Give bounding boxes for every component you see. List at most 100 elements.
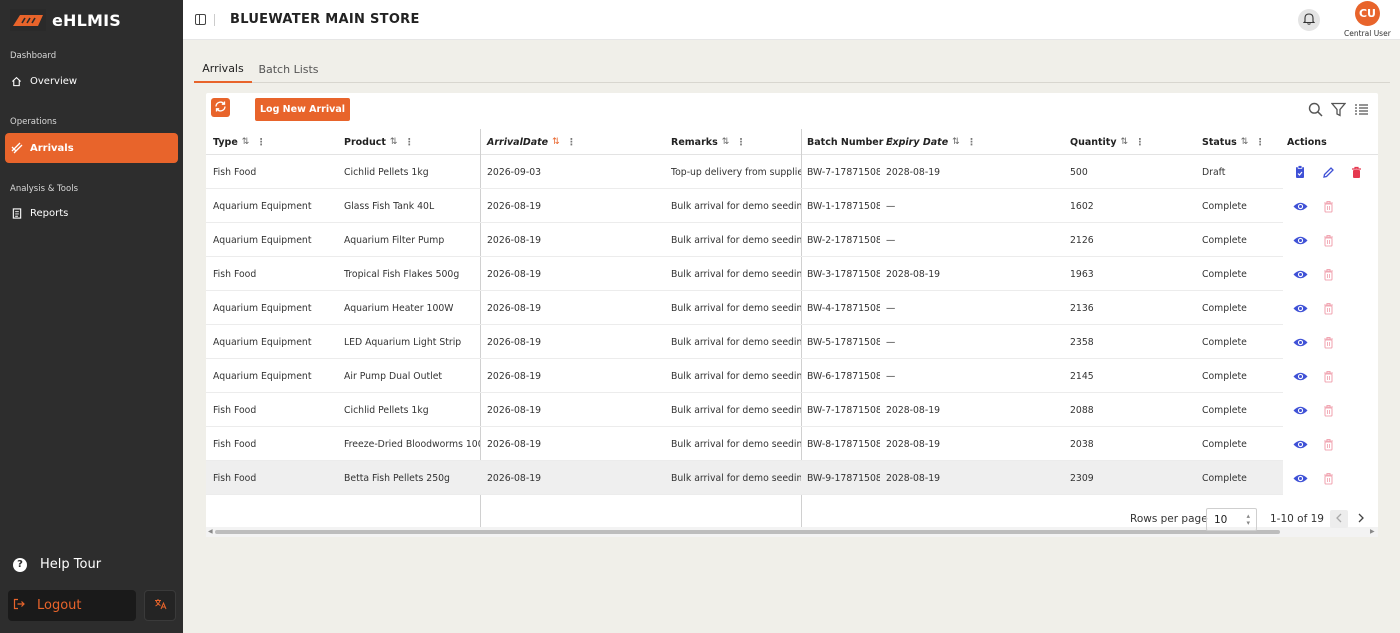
delete-icon[interactable] [1320,436,1336,452]
delete-icon[interactable] [1320,198,1336,214]
column-header-arrival-date[interactable]: ArrivalDate ⇅ ⋮ [480,129,664,155]
approve-icon[interactable] [1292,164,1308,180]
sidebar-item-arrivals[interactable]: Arrivals [5,133,178,163]
column-header-batch-number[interactable]: Batch Number ↑ [800,129,895,155]
next-page-button[interactable] [1352,510,1370,528]
view-icon[interactable] [1292,470,1308,486]
table-header: Type ⇅ ⋮ Product ⇅ ⋮ ArrivalDate ⇅ ⋮ Remarks ⇅ ⋮… [206,129,1378,155]
search-icon[interactable] [1307,101,1323,117]
scroll-right-icon[interactable]: ▶ [1370,528,1375,535]
view-icon[interactable] [1292,266,1308,282]
refresh-button[interactable] [211,98,230,117]
column-header-product[interactable]: Product ⇅ ⋮ [337,129,480,155]
view-icon[interactable] [1292,300,1308,316]
bell-icon [1302,12,1316,28]
translate-button[interactable] [144,590,176,621]
sort-icon[interactable]: ⇅ [952,137,960,147]
view-icon[interactable] [1292,436,1308,452]
cell-actions [1283,325,1378,359]
delete-icon[interactable] [1320,266,1336,282]
cell-remarks: Bulk arrival for demo seeding [671,336,801,348]
sort-icon[interactable]: ⇅ [722,137,730,147]
sort-icon[interactable]: ⇅ [242,137,250,147]
tab-bar: Arrivals Batch Lists [194,56,1390,83]
view-icon[interactable] [1292,198,1308,214]
translate-icon [154,598,167,613]
column-header-remarks[interactable]: Remarks ⇅ ⋮ [664,129,801,155]
cell-expiry-date: — [886,336,896,348]
help-tour-label: Help Tour [40,557,102,572]
cell-remarks: Bulk arrival for demo seeding [671,234,801,246]
scroll-left-icon[interactable]: ◀ [208,528,213,535]
column-header-type[interactable]: Type ⇅ ⋮ [206,129,337,155]
column-menu-icon[interactable]: ⋮ [1135,137,1145,148]
cell-actions [1283,189,1378,223]
sort-icon[interactable]: ⇅ [1241,137,1249,147]
column-header-quantity[interactable]: Quantity ⇅ ⋮ [1063,129,1195,155]
notifications-button[interactable] [1298,9,1320,31]
column-menu-icon[interactable]: ⋮ [567,137,577,148]
sidebar-item-reports[interactable]: Reports [5,199,178,227]
table-row[interactable]: Aquarium Equipment LED Aquarium Light Str… [206,325,1378,359]
column-menu-icon[interactable]: ⋮ [256,137,266,148]
table-row[interactable]: Fish Food Cichlid Pellets 1kg 2026-09-03 To… [206,155,1378,189]
cell-quantity: 1602 [1070,200,1094,212]
rows-per-page-select[interactable]: 10 ▴ ▾ [1206,508,1257,531]
delete-icon[interactable] [1320,232,1336,248]
scrollbar-thumb[interactable] [215,530,1280,534]
cell-expiry-date: 2028-08-19 [886,268,941,280]
filter-icon[interactable] [1330,101,1346,117]
horizontal-scrollbar[interactable]: ◀ ▶ [206,527,1378,537]
table-row[interactable]: Fish Food Tropical Fish Flakes 500g 2026-0… [206,257,1378,291]
table-row[interactable]: Aquarium Equipment Aquarium Filter Pump 20… [206,223,1378,257]
cell-batch-number: BW-4-1787150855 [807,302,880,314]
delete-icon[interactable] [1348,164,1364,180]
sort-icon[interactable]: ⇅ [1121,137,1129,147]
cell-batch-number: BW-9-1787150855 [807,472,880,484]
delete-icon[interactable] [1320,300,1336,316]
column-menu-icon[interactable]: ⋮ [1255,137,1265,148]
cell-remarks: Bulk arrival for demo seeding [671,370,801,382]
table-row[interactable]: Aquarium Equipment Aquarium Heater 100W 20… [206,291,1378,325]
avatar[interactable]: CU [1355,1,1380,26]
tab-batch-lists[interactable]: Batch Lists [258,56,319,83]
cell-status: Complete [1202,438,1247,450]
sidebar: eHLMIS Dashboard Overview Operations Arr… [0,0,183,633]
view-icon[interactable] [1292,402,1308,418]
top-header: BLUEWATER MAIN STORE CU Central User [183,0,1400,40]
home-icon [10,75,23,88]
sidebar-toggle-icon[interactable] [195,14,206,25]
columns-icon[interactable] [1353,101,1369,117]
delete-icon[interactable] [1320,368,1336,384]
view-icon[interactable] [1292,334,1308,350]
column-menu-icon[interactable]: ⋮ [404,137,414,148]
cell-status: Complete [1202,370,1247,382]
prev-page-button[interactable] [1330,510,1348,528]
sort-desc-icon[interactable]: ⇅ [552,137,560,147]
logout-button[interactable]: Logout [8,590,136,621]
help-tour-button[interactable]: ? Help Tour [13,557,101,572]
edit-icon[interactable] [1320,164,1336,180]
page-range: 1-10 of 19 [1270,513,1324,525]
column-header-status[interactable]: Status ⇅ ⋮ [1195,129,1280,155]
view-icon[interactable] [1292,232,1308,248]
column-menu-icon[interactable]: ⋮ [967,137,977,148]
table-row[interactable]: Fish Food Freeze-Dried Bloodworms 100g 202… [206,427,1378,461]
sidebar-item-overview[interactable]: Overview [5,67,178,95]
delete-icon[interactable] [1320,470,1336,486]
view-icon[interactable] [1292,368,1308,384]
cell-actions [1283,155,1378,189]
table-row[interactable]: Fish Food Cichlid Pellets 1kg 2026-08-19 Bu… [206,393,1378,427]
delete-icon[interactable] [1320,402,1336,418]
column-header-expiry-date[interactable]: Expiry Date ⇅ ⋮ [879,129,1063,155]
sort-icon[interactable]: ⇅ [390,137,398,147]
cell-type: Fish Food [213,438,257,450]
table-row[interactable]: Aquarium Equipment Air Pump Dual Outlet 20… [206,359,1378,393]
table-row[interactable]: Fish Food Betta Fish Pellets 250g 2026-08-… [206,461,1378,495]
tab-arrivals[interactable]: Arrivals [194,56,252,83]
column-header-label: Status [1202,136,1237,148]
column-menu-icon[interactable]: ⋮ [736,137,746,148]
log-new-arrival-button[interactable]: Log New Arrival [255,98,350,121]
table-row[interactable]: Aquarium Equipment Glass Fish Tank 40L 202… [206,189,1378,223]
delete-icon[interactable] [1320,334,1336,350]
